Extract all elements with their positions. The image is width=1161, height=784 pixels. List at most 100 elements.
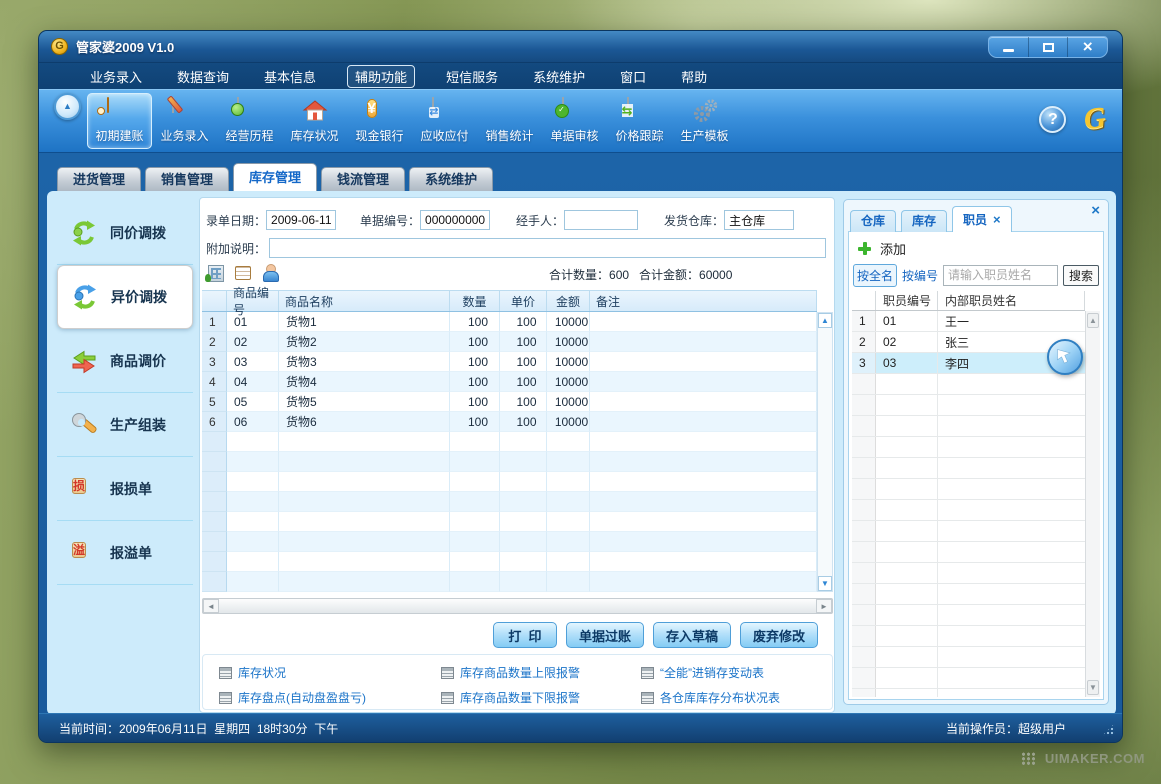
- print-button[interactable]: 打 印: [493, 622, 557, 648]
- doc-number-input[interactable]: [420, 210, 490, 230]
- warehouse-house-icon: [302, 98, 328, 124]
- toolbar-button-document-audit[interactable]: 单据审核: [542, 93, 607, 149]
- goods-picker-icon[interactable]: [235, 266, 251, 280]
- menu-item-system-maintenance[interactable]: 系统维护: [529, 65, 589, 88]
- empty-row: [202, 532, 817, 552]
- post-document-button[interactable]: 单据过账: [566, 622, 644, 648]
- link-upper-limit-alarm[interactable]: 库存商品数量上限报警: [441, 664, 580, 681]
- table-row[interactable]: 404货物410010010000: [202, 372, 817, 392]
- tab-system-maintenance[interactable]: 系统维护: [409, 167, 493, 191]
- table-row[interactable]: 505货物510010010000: [202, 392, 817, 412]
- toolbar-button-price-tracking[interactable]: 价格跟踪: [607, 93, 672, 149]
- scroll-up-icon[interactable]: ▲: [818, 313, 832, 328]
- toolbar-button-production-template[interactable]: 生产模板: [672, 93, 737, 149]
- discard-changes-button[interactable]: 废弃修改: [740, 622, 818, 648]
- tab-employee[interactable]: 职员: [952, 206, 1012, 232]
- tab-inventory[interactable]: 库存: [901, 210, 947, 232]
- scroll-down-icon[interactable]: ▼: [818, 576, 832, 591]
- employee-picker-icon[interactable]: [262, 264, 278, 282]
- tab-cashflow-management[interactable]: 钱流管理: [321, 167, 405, 191]
- transfer-diff-icon: [71, 283, 99, 311]
- toolbar-button-business-entry[interactable]: 业务录入: [152, 93, 217, 149]
- scroll-left-icon[interactable]: ◄: [203, 599, 219, 613]
- empty-row: [202, 432, 817, 452]
- save-draft-button[interactable]: 存入草稿: [653, 622, 731, 648]
- table-row[interactable]: 303货物310010010000: [202, 352, 817, 372]
- employee-table-scrollbar[interactable]: ▲ ▼: [1085, 311, 1100, 697]
- link-inventory-count[interactable]: 库存盘点(自动盘盈盘亏): [219, 689, 366, 706]
- items-table-vertical-scrollbar[interactable]: ▲ ▼: [817, 312, 833, 592]
- ship-warehouse-input[interactable]: [724, 210, 794, 230]
- panel-close-icon[interactable]: [1091, 202, 1100, 219]
- warehouse-picker-icon[interactable]: [208, 265, 224, 282]
- empty-row: [852, 605, 1085, 626]
- toolbar-button-cash-bank[interactable]: 现金银行: [347, 93, 412, 149]
- menu-item-help[interactable]: 帮助: [677, 65, 711, 88]
- link-omnipotent-change-report[interactable]: “全能”进销存变动表: [641, 664, 764, 681]
- maximize-button[interactable]: [1029, 37, 1069, 57]
- employee-row[interactable]: 101王一: [852, 311, 1085, 332]
- close-button[interactable]: [1068, 37, 1107, 57]
- toolbar-button-sales-statistics[interactable]: 销售统计: [477, 93, 542, 149]
- menu-item-basic-info[interactable]: 基本信息: [260, 65, 320, 88]
- minimize-button[interactable]: [989, 37, 1029, 57]
- scroll-down-icon[interactable]: ▼: [1087, 680, 1099, 695]
- empty-row: [852, 521, 1085, 542]
- help-icon[interactable]: [1039, 106, 1066, 133]
- link-lower-limit-alarm[interactable]: 库存商品数量下限报警: [441, 689, 580, 706]
- table-row[interactable]: 606货物610010010000: [202, 412, 817, 432]
- table-row[interactable]: 101货物110010010000: [202, 312, 817, 332]
- filter-by-code-button[interactable]: 按编号: [902, 267, 938, 284]
- handler-input[interactable]: [564, 210, 638, 230]
- report-icon: [441, 667, 454, 679]
- link-inventory-status[interactable]: 库存状况: [219, 664, 286, 681]
- col-unit-price: 单价: [500, 291, 547, 311]
- tab-warehouse[interactable]: 仓库: [850, 210, 896, 232]
- col-remark: 备注: [590, 291, 817, 311]
- tab-close-icon[interactable]: [993, 212, 1001, 227]
- tab-purchase-management[interactable]: 进货管理: [57, 167, 141, 191]
- items-table-horizontal-scrollbar[interactable]: ◄ ►: [202, 598, 833, 614]
- toolbar-button-receivable-payable[interactable]: 应收应付: [412, 93, 477, 149]
- toolbar-button-business-history[interactable]: 经营历程: [217, 93, 282, 149]
- tab-sales-management[interactable]: 销售管理: [145, 167, 229, 191]
- order-date-input[interactable]: [266, 210, 336, 230]
- search-button[interactable]: 搜索: [1063, 265, 1099, 286]
- search-row: 按全名 按编号 搜索: [853, 263, 1099, 287]
- price-track-icon: [627, 98, 653, 124]
- sidebar-item-goods-reprice[interactable]: 商品调价: [57, 329, 193, 393]
- filter-by-name-button[interactable]: 按全名: [853, 264, 897, 287]
- empty-row: [852, 458, 1085, 479]
- sidebar-item-same-price-transfer[interactable]: 同价调拨: [57, 201, 193, 265]
- menu-item-data-query[interactable]: 数据查询: [173, 65, 233, 88]
- wrench-icon: [70, 411, 98, 439]
- empty-row: [852, 479, 1085, 500]
- menu-item-business-entry[interactable]: 业务录入: [86, 65, 146, 88]
- resize-grip[interactable]: [1102, 723, 1115, 736]
- menu-item-sms-service[interactable]: 短信服务: [442, 65, 502, 88]
- scroll-right-icon[interactable]: ►: [816, 599, 832, 613]
- empty-row: [202, 572, 817, 592]
- tab-inventory-management[interactable]: 库存管理: [233, 163, 317, 191]
- menu-item-aux-functions[interactable]: 辅助功能: [347, 65, 415, 88]
- empty-row: [852, 647, 1085, 668]
- table-row[interactable]: 202货物210010010000: [202, 332, 817, 352]
- toolbar-collapse-button[interactable]: [54, 93, 81, 120]
- sidebar-item-production-assembly[interactable]: 生产组装: [57, 393, 193, 457]
- toolbar-button-initial-setup[interactable]: 初期建账: [87, 93, 152, 149]
- report-icon: [219, 692, 232, 704]
- employee-search-input[interactable]: [943, 265, 1058, 286]
- menu-item-window[interactable]: 窗口: [616, 65, 650, 88]
- toolbar-button-inventory-status[interactable]: 库存状况: [282, 93, 347, 149]
- empty-row: [202, 512, 817, 532]
- note-input[interactable]: [269, 238, 826, 258]
- scroll-up-icon[interactable]: ▲: [1087, 313, 1099, 328]
- sidebar-item-diff-price-transfer[interactable]: 异价调拨: [57, 265, 193, 329]
- empty-row: [852, 584, 1085, 605]
- sidebar-item-overflow-report[interactable]: 溢 报溢单: [57, 521, 193, 585]
- sidebar-item-loss-report[interactable]: 损 报损单: [57, 457, 193, 521]
- add-row[interactable]: 添加: [858, 239, 906, 258]
- link-warehouse-distribution-report[interactable]: 各仓库库存分布状况表: [641, 689, 780, 706]
- order-date-label: 录单日期：: [206, 212, 266, 229]
- empty-row: [202, 452, 817, 472]
